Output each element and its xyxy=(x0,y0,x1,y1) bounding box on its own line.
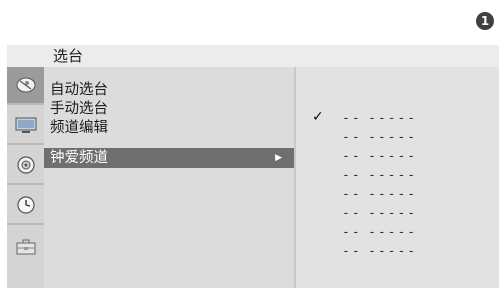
check-mark-icon: ✓ xyxy=(312,109,324,125)
tab-channel[interactable] xyxy=(7,67,44,105)
clock-icon xyxy=(16,196,35,214)
slot-number: -- xyxy=(342,225,362,240)
slot-name: ----- xyxy=(368,111,418,126)
slot-number: -- xyxy=(342,130,362,145)
speaker-icon xyxy=(16,156,35,174)
slot-name: ----- xyxy=(368,206,418,221)
channel-menu: 自动选台 手动选台 频道编辑 钟爱频道 ▶ xyxy=(44,67,294,288)
menu-item-label: 手动选台 xyxy=(50,101,108,117)
slot-number: -- xyxy=(342,244,362,259)
menu-title-bar: 选台 xyxy=(7,45,499,67)
submenu-arrow-icon: ▶ xyxy=(275,153,282,163)
slot-name: ----- xyxy=(368,168,418,183)
slot-name: ----- xyxy=(368,187,418,202)
screen: 1 选台 自动选台 手动选台 频道编辑 钟爱频道 ▶ ✓ -- ----- --… xyxy=(0,0,499,288)
slot-number: -- xyxy=(342,111,362,126)
osd-menu-panel: 选台 自动选台 手动选台 频道编辑 钟爱频道 ▶ ✓ -- ----- -- -… xyxy=(7,45,499,288)
menu-item-favorite-channel[interactable]: 钟爱频道 ▶ xyxy=(44,148,294,168)
favorite-channel-list: ✓ -- ----- -- ----- -- ----- -- ----- --… xyxy=(294,67,499,288)
step-number-badge: 1 xyxy=(476,12,494,30)
menu-item-partial xyxy=(44,138,294,145)
tab-time[interactable] xyxy=(7,187,44,225)
tab-setup[interactable] xyxy=(7,227,44,267)
tv-screen-icon xyxy=(15,117,36,133)
slot-number: -- xyxy=(342,149,362,164)
slot-number: -- xyxy=(342,206,362,221)
menu-item-manual-tuning[interactable]: 手动选台 xyxy=(44,99,294,119)
menu-item-label: 频道编辑 xyxy=(50,120,108,136)
slot-name: ----- xyxy=(368,130,418,145)
tab-picture[interactable] xyxy=(7,107,44,145)
tab-audio[interactable] xyxy=(7,147,44,185)
slot-number: -- xyxy=(342,187,362,202)
toolbox-icon xyxy=(16,239,35,255)
category-icon-column xyxy=(7,67,44,288)
satellite-dish-icon xyxy=(16,77,35,93)
menu-item-auto-tuning[interactable]: 自动选台 xyxy=(44,80,294,100)
menu-title: 选台 xyxy=(53,47,84,65)
slot-number: -- xyxy=(342,168,362,183)
menu-item-label: 钟爱频道 xyxy=(50,150,108,166)
slot-name: ----- xyxy=(368,149,418,164)
slot-name: ----- xyxy=(368,244,418,259)
menu-item-label: 自动选台 xyxy=(50,82,108,98)
menu-item-channel-edit[interactable]: 频道编辑 xyxy=(44,118,294,138)
slot-name: ----- xyxy=(368,225,418,240)
